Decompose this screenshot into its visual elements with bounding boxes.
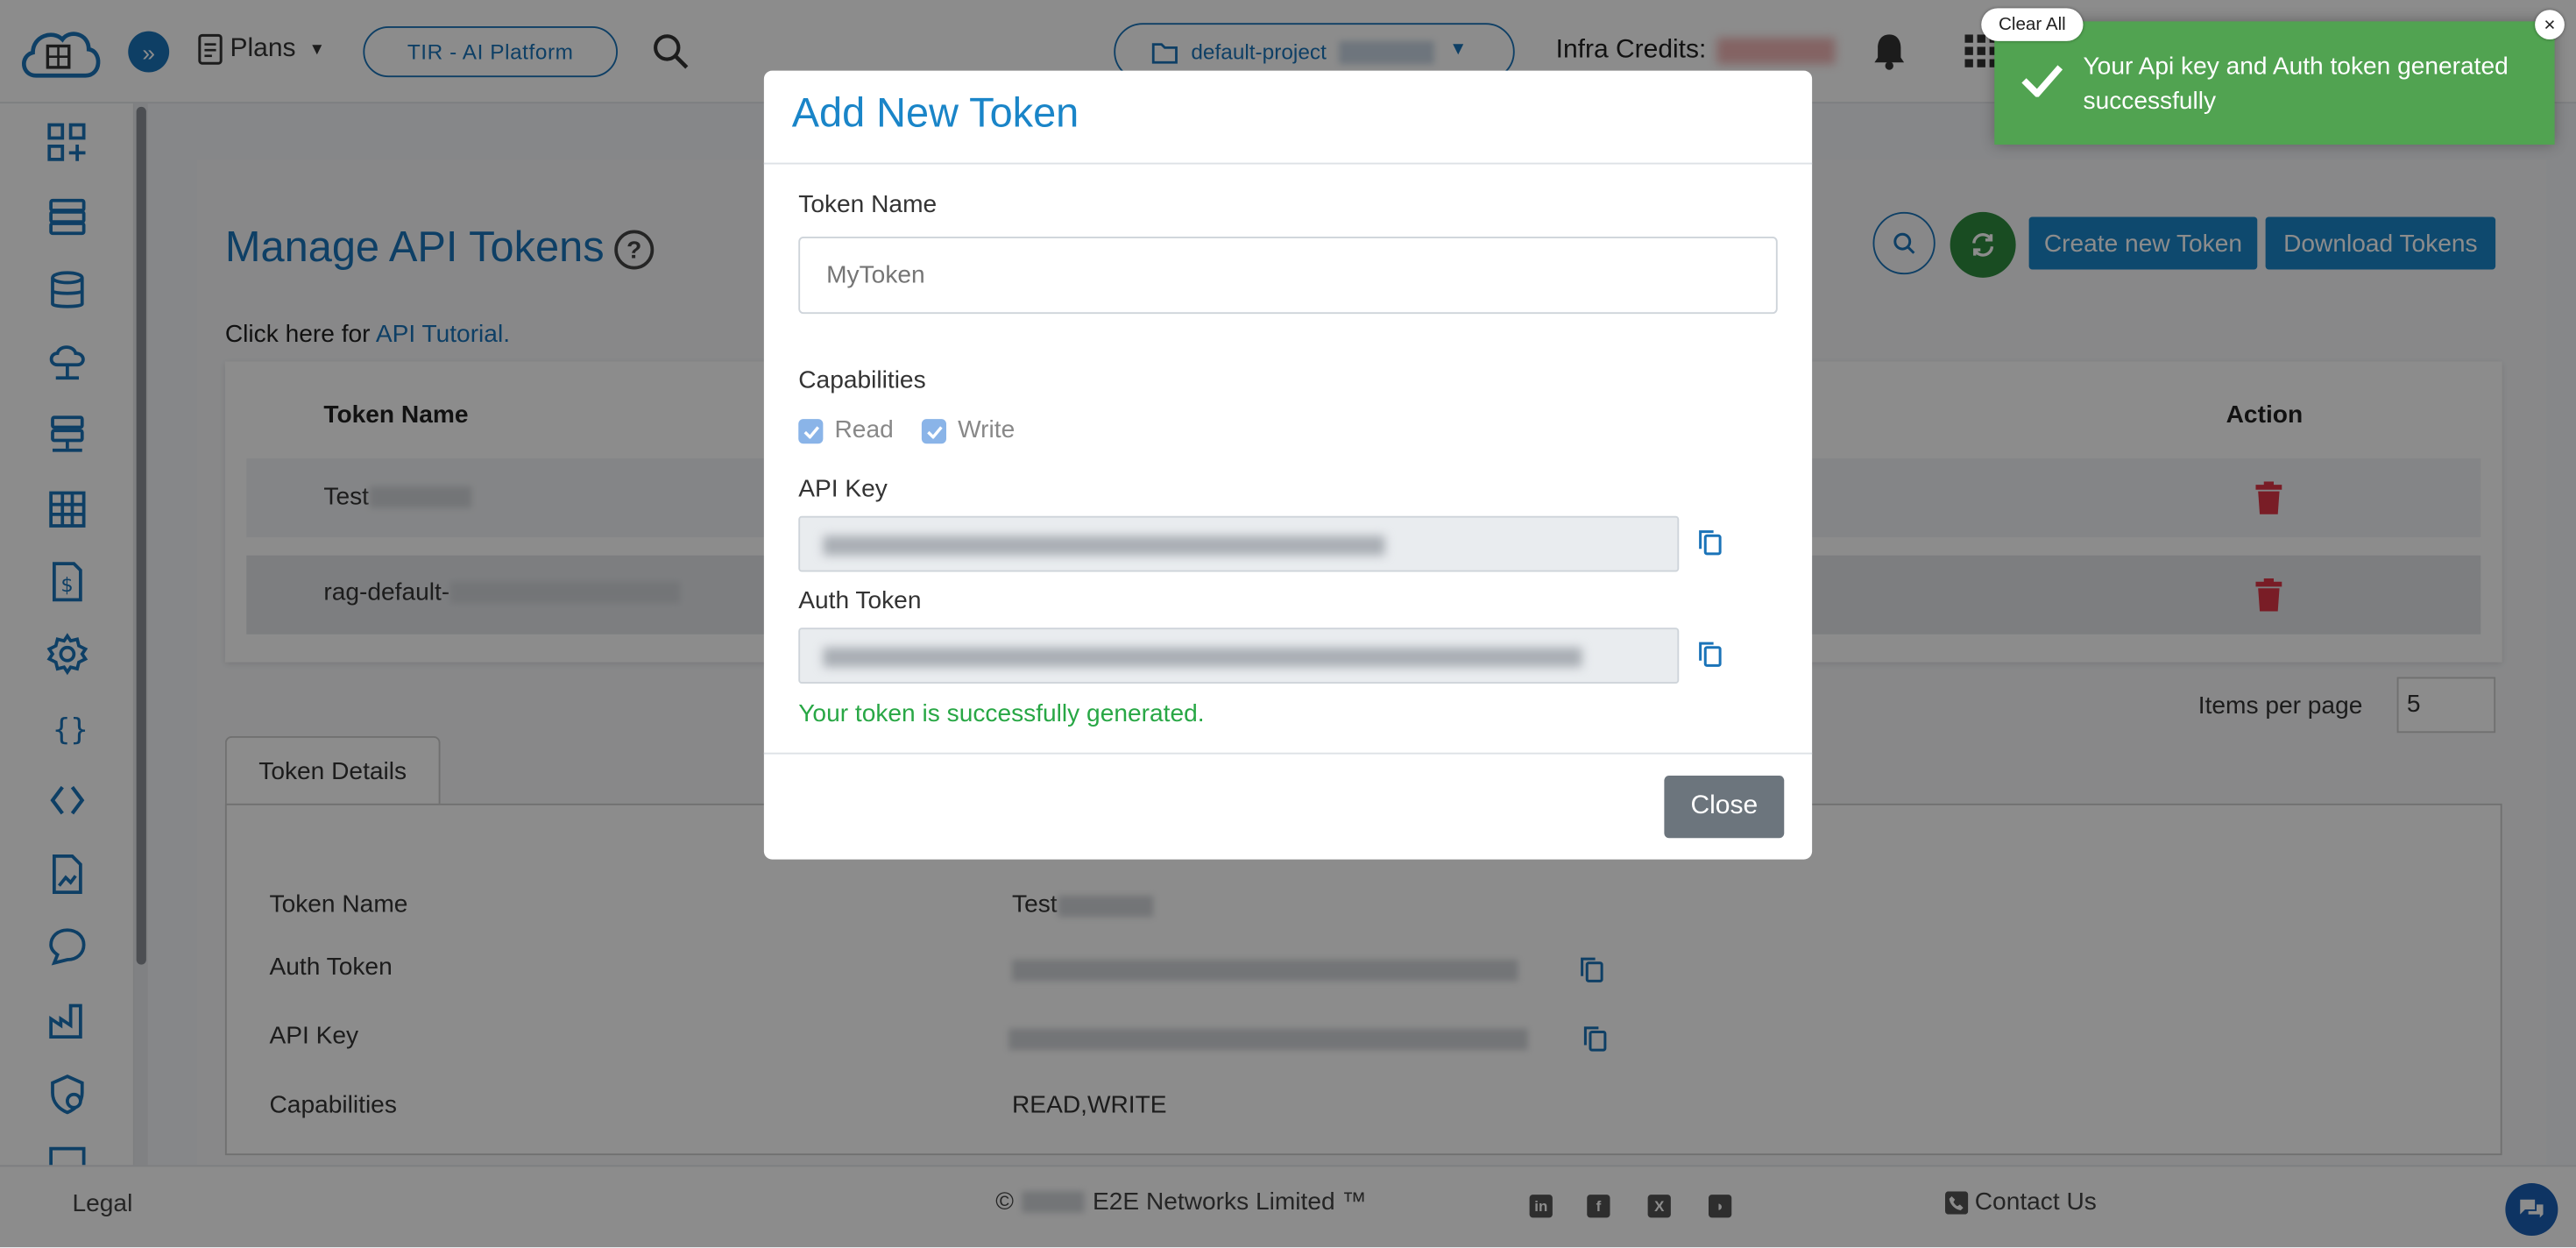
add-token-modal: Add New Token Token Name Capabilities Re…	[763, 70, 1813, 860]
api-key-label: API Key	[798, 474, 888, 503]
toast-message: Your Api key and Auth token generated su…	[2083, 53, 2509, 116]
success-toast[interactable]: Your Api key and Auth token generated su…	[1994, 21, 2555, 145]
auth-token-field[interactable]	[798, 628, 1680, 684]
close-icon[interactable]: ×	[2535, 10, 2565, 39]
auth-token-label: Auth Token	[798, 586, 922, 615]
capabilities-label: Capabilities	[798, 366, 926, 394]
checkmark-icon	[2021, 65, 2063, 97]
redacted-api-key	[823, 535, 1385, 556]
modal-title: Add New Token	[791, 90, 1079, 137]
check-icon	[926, 425, 942, 438]
write-label: Write	[958, 415, 1016, 444]
divider	[763, 162, 1813, 165]
divider	[763, 752, 1813, 755]
read-label: Read	[834, 415, 894, 444]
redacted-auth-token	[823, 647, 1582, 668]
api-key-field[interactable]	[798, 515, 1680, 572]
clear-all-button[interactable]: Clear All	[1981, 8, 2084, 41]
check-icon	[803, 425, 819, 438]
read-checkbox[interactable]	[798, 419, 824, 444]
write-checkbox[interactable]	[921, 419, 946, 444]
token-name-label: Token Name	[798, 190, 938, 219]
token-name-input[interactable]	[798, 237, 1778, 315]
close-button[interactable]: Close	[1664, 776, 1785, 839]
success-message: Your token is successfully generated.	[798, 699, 1205, 728]
copy-icon[interactable]	[1699, 529, 1722, 556]
copy-icon[interactable]	[1699, 641, 1722, 667]
